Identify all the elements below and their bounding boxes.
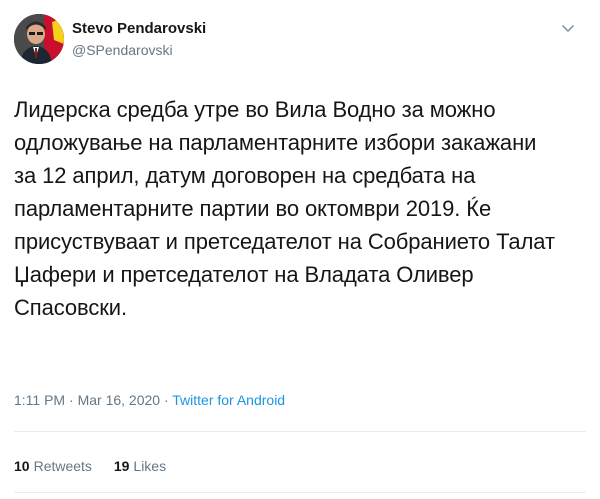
retweets-count: 10: [14, 458, 30, 474]
tweet-meta: 1:11 PM · Mar 16, 2020 · Twitter for And…: [14, 390, 285, 410]
chevron-down-icon: [562, 25, 574, 32]
author-names: Stevo Pendarovski @SPendarovski: [72, 19, 206, 60]
divider: [14, 492, 586, 493]
tweet-stats: 10 Retweets 19 Likes: [14, 456, 184, 476]
avatar-photo-icon: [14, 14, 64, 64]
author-handle[interactable]: @SPendarovski: [72, 40, 206, 60]
likes-count: 19: [113, 458, 130, 474]
tweet-source-link[interactable]: Twitter for Android: [172, 392, 285, 408]
tweet-date[interactable]: Mar 16, 2020: [78, 392, 161, 408]
meta-separator: ·: [65, 392, 78, 408]
divider: [14, 431, 586, 432]
tweet-card: Stevo Pendarovski @SPendarovski Лидерска…: [0, 0, 600, 499]
retweets-label: Retweets: [33, 458, 92, 474]
likes-label: Likes: [133, 458, 167, 474]
retweets-stat[interactable]: 10 Retweets: [14, 456, 92, 476]
tweet-menu-button[interactable]: [558, 18, 578, 38]
author-display-name[interactable]: Stevo Pendarovski: [72, 19, 206, 39]
avatar[interactable]: [14, 14, 64, 64]
tweet-time[interactable]: 1:11 PM: [14, 392, 65, 408]
tweet-text: Лидерска средба утре во Вила Водно за мо…: [14, 97, 555, 320]
tweet-header: Stevo Pendarovski @SPendarovski: [14, 14, 586, 74]
meta-separator: ·: [160, 392, 173, 408]
likes-stat[interactable]: 19 Likes: [114, 456, 166, 476]
